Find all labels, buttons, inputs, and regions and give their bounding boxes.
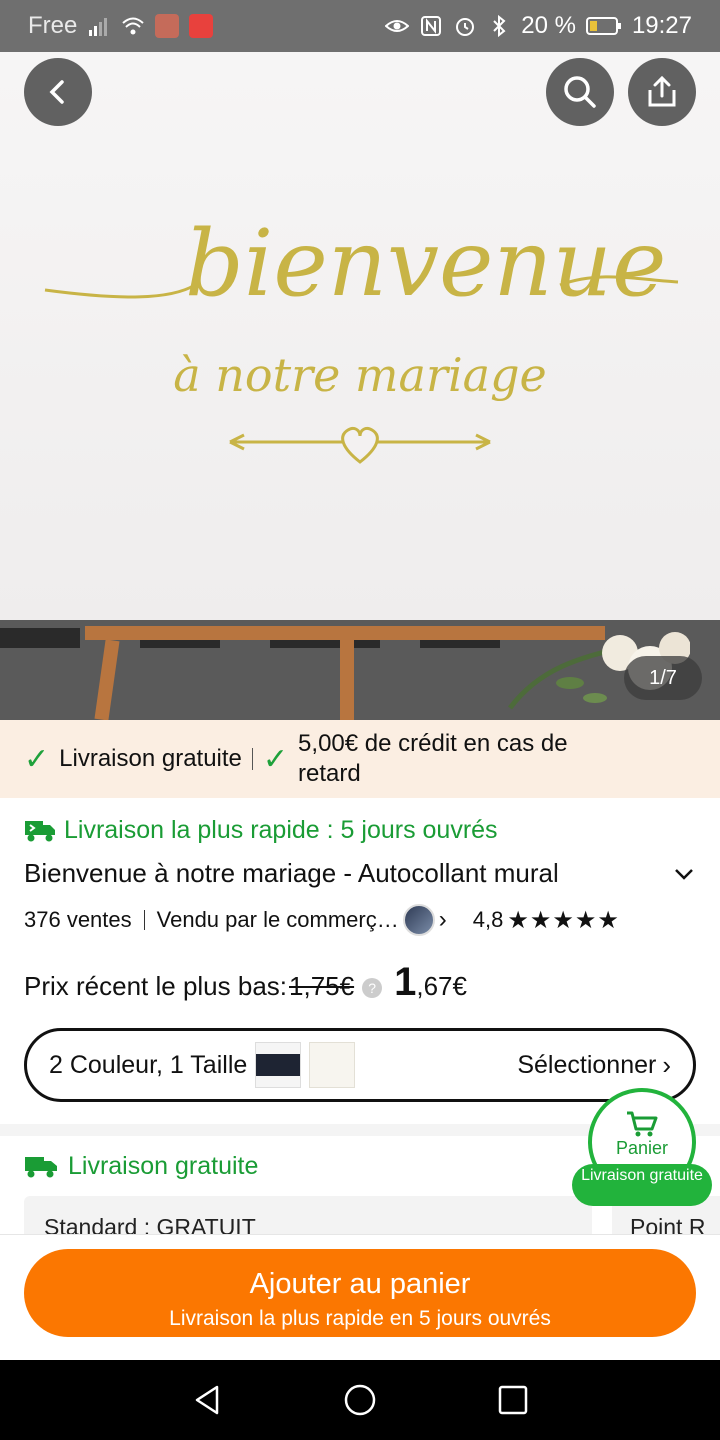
search-icon xyxy=(564,76,596,108)
sales-count: 376 ventes xyxy=(24,907,132,932)
old-price: 1,75€ xyxy=(289,971,355,1001)
price-row: Prix récent le plus bas: 1,75€ ? 1 ,67€ xyxy=(24,960,696,1005)
shipping-heading-text: Livraison gratuite xyxy=(68,1152,259,1180)
image-counter: 1/7 xyxy=(624,656,702,700)
price-decimal: ,67€ xyxy=(416,971,467,1001)
add-to-cart-label: Ajouter au panier xyxy=(249,1267,471,1300)
variant-summary: 2 Couleur, 1 Taille xyxy=(49,1050,248,1079)
promo-free-delivery: Livraison gratuite xyxy=(59,745,242,772)
variant-thumb-light xyxy=(309,1042,356,1088)
shipping-option-standard[interactable]: Standard : GRATUIT xyxy=(24,1196,592,1236)
select-variant-label: Sélectionner xyxy=(517,1050,657,1079)
cart-label: Panier xyxy=(615,1138,669,1158)
nfc-icon xyxy=(419,14,443,38)
nav-back-icon[interactable] xyxy=(189,1382,225,1418)
battery-icon xyxy=(585,14,622,38)
search-button[interactable] xyxy=(546,58,614,126)
chevron-left-icon xyxy=(49,80,64,104)
status-bar: Free 20 % 19:27 xyxy=(0,0,720,52)
product-image-carousel[interactable]: bienvenue à notre mariage xyxy=(0,0,720,720)
price-integer: 1 xyxy=(394,960,417,1004)
variant-selector[interactable]: 2 Couleur, 1 Taille Sélectionner › xyxy=(24,1028,696,1102)
promo-banner: ✓ Livraison gratuite ✓ 5,00€ de crédit e… xyxy=(0,720,720,798)
signal-icon xyxy=(87,14,111,38)
system-navigation-bar xyxy=(0,1360,720,1440)
nav-recents-icon[interactable] xyxy=(495,1382,531,1418)
help-icon[interactable]: ? xyxy=(362,978,383,998)
fast-delivery-text: Livraison la plus rapide : 5 jours ouvré… xyxy=(64,816,498,844)
check-icon: ✓ xyxy=(24,742,50,776)
bluetooth-icon xyxy=(487,14,511,38)
product-meta-row: 376 ventes Vendu par le commerç… › 4,8 ★… xyxy=(24,904,696,936)
sign-text-mariage: à notre mariage xyxy=(173,348,547,402)
rating-value: 4,8 xyxy=(472,907,504,932)
nav-home-icon[interactable] xyxy=(342,1382,378,1418)
check-icon: ✓ xyxy=(262,742,289,776)
back-button[interactable] xyxy=(24,58,92,126)
chevron-right-icon: › xyxy=(662,1049,671,1080)
clock: 19:27 xyxy=(631,12,692,39)
alarm-icon xyxy=(453,14,477,38)
battery-percent: 20 % xyxy=(521,12,576,39)
product-title-row[interactable]: Bienvenue à notre mariage - Autocollant … xyxy=(24,858,696,889)
promo-late-credit: 5,00€ de crédit en cas de retard xyxy=(298,730,568,787)
share-button[interactable] xyxy=(628,58,696,126)
wifi-icon xyxy=(121,14,145,38)
divider xyxy=(143,910,145,930)
cart-icon xyxy=(627,1111,658,1137)
variant-thumb-dark xyxy=(255,1042,302,1088)
add-to-cart-button[interactable]: Ajouter au panier Livraison la plus rapi… xyxy=(24,1249,696,1337)
divider xyxy=(251,748,253,770)
rating-stars: ★★★★★ xyxy=(507,906,620,934)
fast-truck-icon xyxy=(25,820,55,841)
bottom-action-bar: Ajouter au panier Livraison la plus rapi… xyxy=(0,1234,720,1360)
shipping-point-text: Point R xyxy=(630,1214,706,1236)
app-notification-icon xyxy=(155,14,180,38)
carrier-label: Free xyxy=(28,12,78,39)
share-icon xyxy=(648,75,676,107)
seller-avatar[interactable] xyxy=(402,904,435,936)
price-label: Prix récent le plus bas: xyxy=(24,971,288,1001)
truck-icon xyxy=(25,1156,57,1177)
fast-delivery-line: Livraison la plus rapide : 5 jours ouvré… xyxy=(24,816,720,845)
sign-text-bienvenue: bienvenue xyxy=(185,210,667,317)
seller-link[interactable]: Vendu par le commerç… xyxy=(157,907,399,933)
product-title: Bienvenue à notre mariage - Autocollant … xyxy=(24,858,559,888)
add-to-cart-sublabel: Livraison la plus rapide en 5 jours ouvr… xyxy=(169,1306,551,1330)
chevron-down-icon[interactable] xyxy=(672,862,696,886)
cart-free-delivery-badge: Livraison gratuite xyxy=(572,1164,712,1206)
shipping-standard-text: Standard : GRATUIT xyxy=(44,1214,256,1236)
eye-icon xyxy=(384,14,410,38)
chevron-right-icon[interactable]: › xyxy=(439,906,447,934)
shopping-app-icon xyxy=(189,14,214,38)
